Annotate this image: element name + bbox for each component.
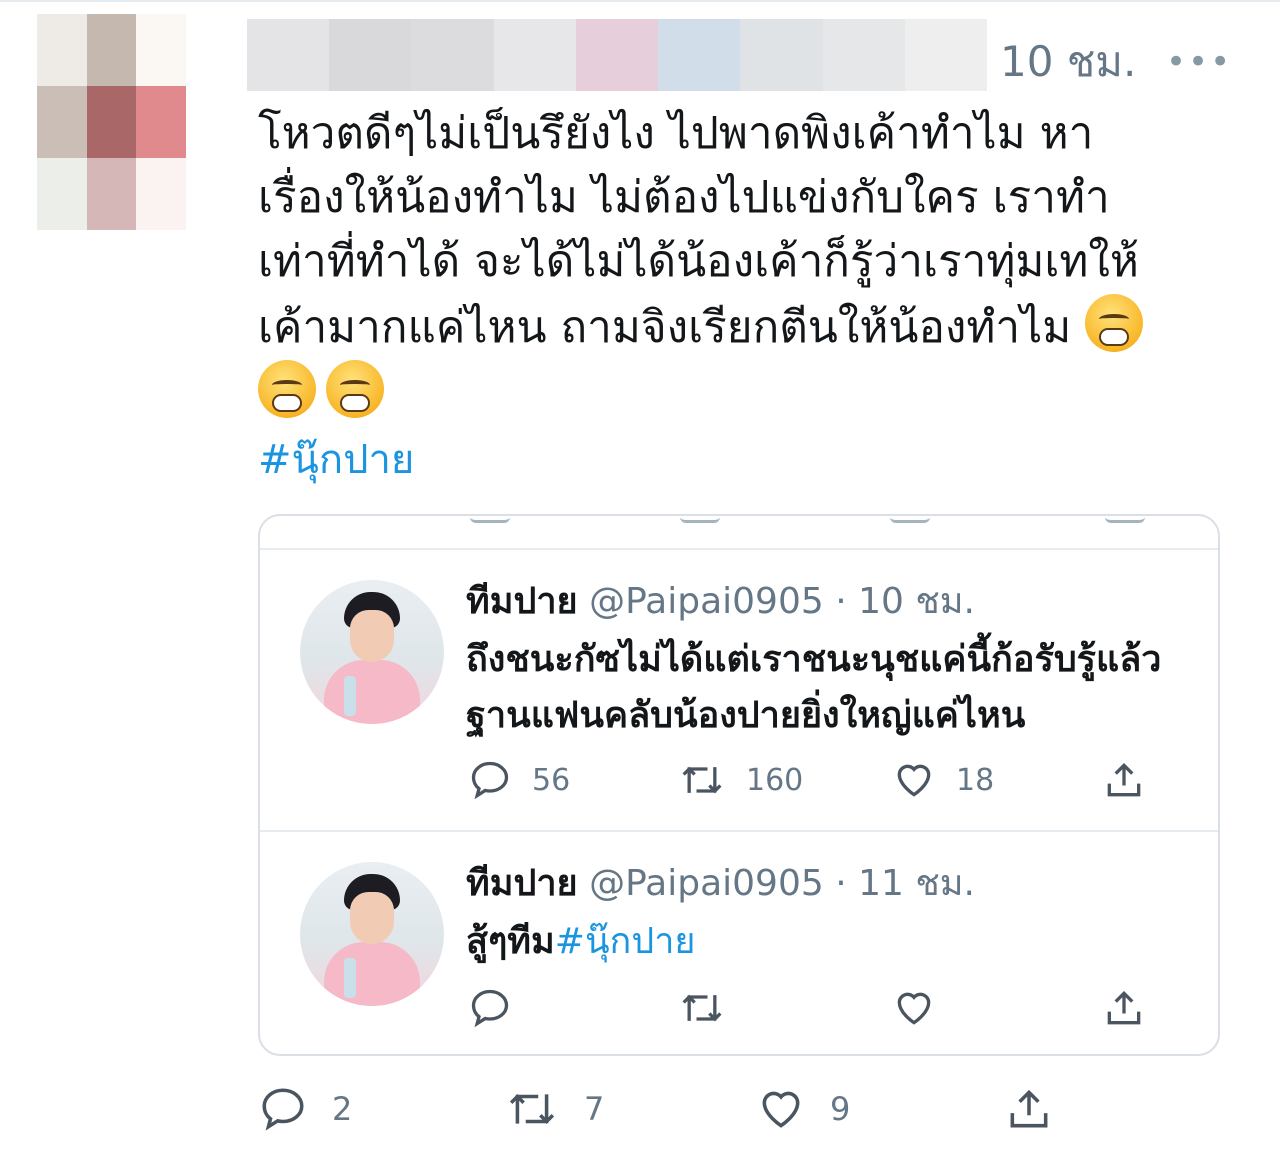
- quoted-tweet[interactable]: ทีมปาย @Paipai0905 · 10 ชม. ถึงชนะกัซไม่…: [260, 550, 1218, 832]
- like-action[interactable]: [892, 986, 936, 1030]
- post-hashtag-link[interactable]: #นุ๊กปาย: [258, 432, 414, 488]
- quoted-tweet-text-line: สู้ๆทีม#นุ๊กปาย: [466, 914, 696, 970]
- quoted-tweet[interactable]: ทีมปาย @Paipai0905 · 11 ชม. สู้ๆทีม#นุ๊ก…: [260, 832, 1218, 1052]
- display-name[interactable]: ทีมปาย: [466, 863, 578, 904]
- avatar[interactable]: [300, 580, 444, 724]
- cut-off-icon: [470, 516, 510, 523]
- reply-icon: [468, 758, 512, 802]
- post-text-line-content: เค้ามากแค่ไหน ถามจิงเรียกตีนให้น้องทำไม: [258, 302, 1072, 353]
- retweet-action[interactable]: 160: [678, 758, 803, 802]
- post-reply-action[interactable]: 2: [258, 1084, 352, 1134]
- more-options-icon[interactable]: •••: [1166, 45, 1232, 79]
- reply-action[interactable]: 56: [468, 758, 570, 802]
- heart-icon: [892, 986, 936, 1030]
- post-like-action[interactable]: 9: [756, 1084, 850, 1134]
- retweet-icon: [678, 758, 726, 802]
- cut-off-icon: [1105, 516, 1145, 523]
- reply-count: 2: [332, 1090, 353, 1128]
- reply-icon: [468, 986, 512, 1030]
- tweet-timestamp[interactable]: · 11 ชม.: [835, 863, 975, 904]
- retweet-count: 160: [746, 762, 804, 798]
- post-emoji-line: [258, 360, 1238, 426]
- post-timestamp[interactable]: 10 ชม.: [1000, 36, 1136, 88]
- retweet-icon: [678, 986, 726, 1030]
- reply-count: 56: [532, 762, 571, 798]
- quoted-tweet-text: สู้ๆทีม: [466, 921, 555, 962]
- quoted-tweet-text-line: ฐานแฟนคลับน้องปายยิ่งใหญ่แค่ไหน: [466, 695, 1026, 736]
- reply-icon: [258, 1084, 308, 1134]
- post-text-line: เรื่องให้น้องทำไม ไม่ต้องไปแข่งกับใคร เร…: [258, 172, 1110, 223]
- quoted-thread-card[interactable]: ทีมปาย @Paipai0905 · 10 ชม. ถึงชนะกัซไม่…: [258, 514, 1220, 1056]
- quoted-tweet-text-line: ถึงชนะกัซไม่ได้แต่เราชนะนุชแค่นี้ก้อรับร…: [466, 639, 1162, 680]
- steam-face-emoji-icon: [258, 360, 316, 418]
- hashtag-link[interactable]: #นุ๊กปาย: [555, 921, 696, 962]
- reply-action[interactable]: [468, 986, 512, 1030]
- user-handle[interactable]: @Paipai0905: [589, 581, 824, 622]
- like-count: 18: [956, 762, 995, 798]
- cut-off-icon: [890, 516, 930, 523]
- post-text-line: เค้ามากแค่ไหน ถามจิงเรียกตีนให้น้องทำไม: [258, 294, 1238, 360]
- retweet-action[interactable]: [678, 986, 726, 1030]
- user-handle[interactable]: @Paipai0905: [589, 863, 824, 904]
- cut-off-previous-row: [260, 516, 1218, 550]
- tweet-timestamp[interactable]: · 10 ชม.: [835, 581, 975, 622]
- top-divider: [0, 0, 1280, 2]
- share-icon: [1102, 758, 1146, 802]
- retweet-count: 7: [584, 1090, 605, 1128]
- share-icon: [1102, 986, 1146, 1030]
- author-name-pixelated[interactable]: [247, 19, 987, 91]
- post-retweet-action[interactable]: 7: [504, 1084, 604, 1134]
- author-avatar-pixelated[interactable]: [37, 14, 235, 230]
- post-share-action[interactable]: [1004, 1084, 1054, 1134]
- share-action[interactable]: [1102, 758, 1146, 802]
- post-text-line: เท่าที่ทำได้ จะได้ไม่ได้น้องเค้าก็รู้ว่า…: [258, 236, 1139, 287]
- quoted-tweet-header: ทีมปาย @Paipai0905 · 10 ชม.: [466, 578, 975, 626]
- quoted-tweet-header: ทีมปาย @Paipai0905 · 11 ชม.: [466, 860, 975, 908]
- post-text-line: โหวตดีๆไม่เป็นรึยังไง ไปพาดพิงเค้าทำไม ห…: [258, 108, 1094, 159]
- steam-face-emoji-icon: [326, 360, 384, 418]
- retweet-icon: [504, 1084, 560, 1134]
- like-count: 9: [830, 1090, 851, 1128]
- heart-icon: [756, 1084, 806, 1134]
- avatar[interactable]: [300, 862, 444, 1006]
- share-action[interactable]: [1102, 986, 1146, 1030]
- heart-icon: [892, 758, 936, 802]
- like-action[interactable]: 18: [892, 758, 994, 802]
- post-text: โหวตดีๆไม่เป็นรึยังไง ไปพาดพิงเค้าทำไม ห…: [258, 102, 1238, 426]
- share-icon: [1004, 1084, 1054, 1134]
- display-name[interactable]: ทีมปาย: [466, 581, 578, 622]
- cut-off-icon: [680, 516, 720, 523]
- steam-face-emoji-icon: [1085, 294, 1144, 352]
